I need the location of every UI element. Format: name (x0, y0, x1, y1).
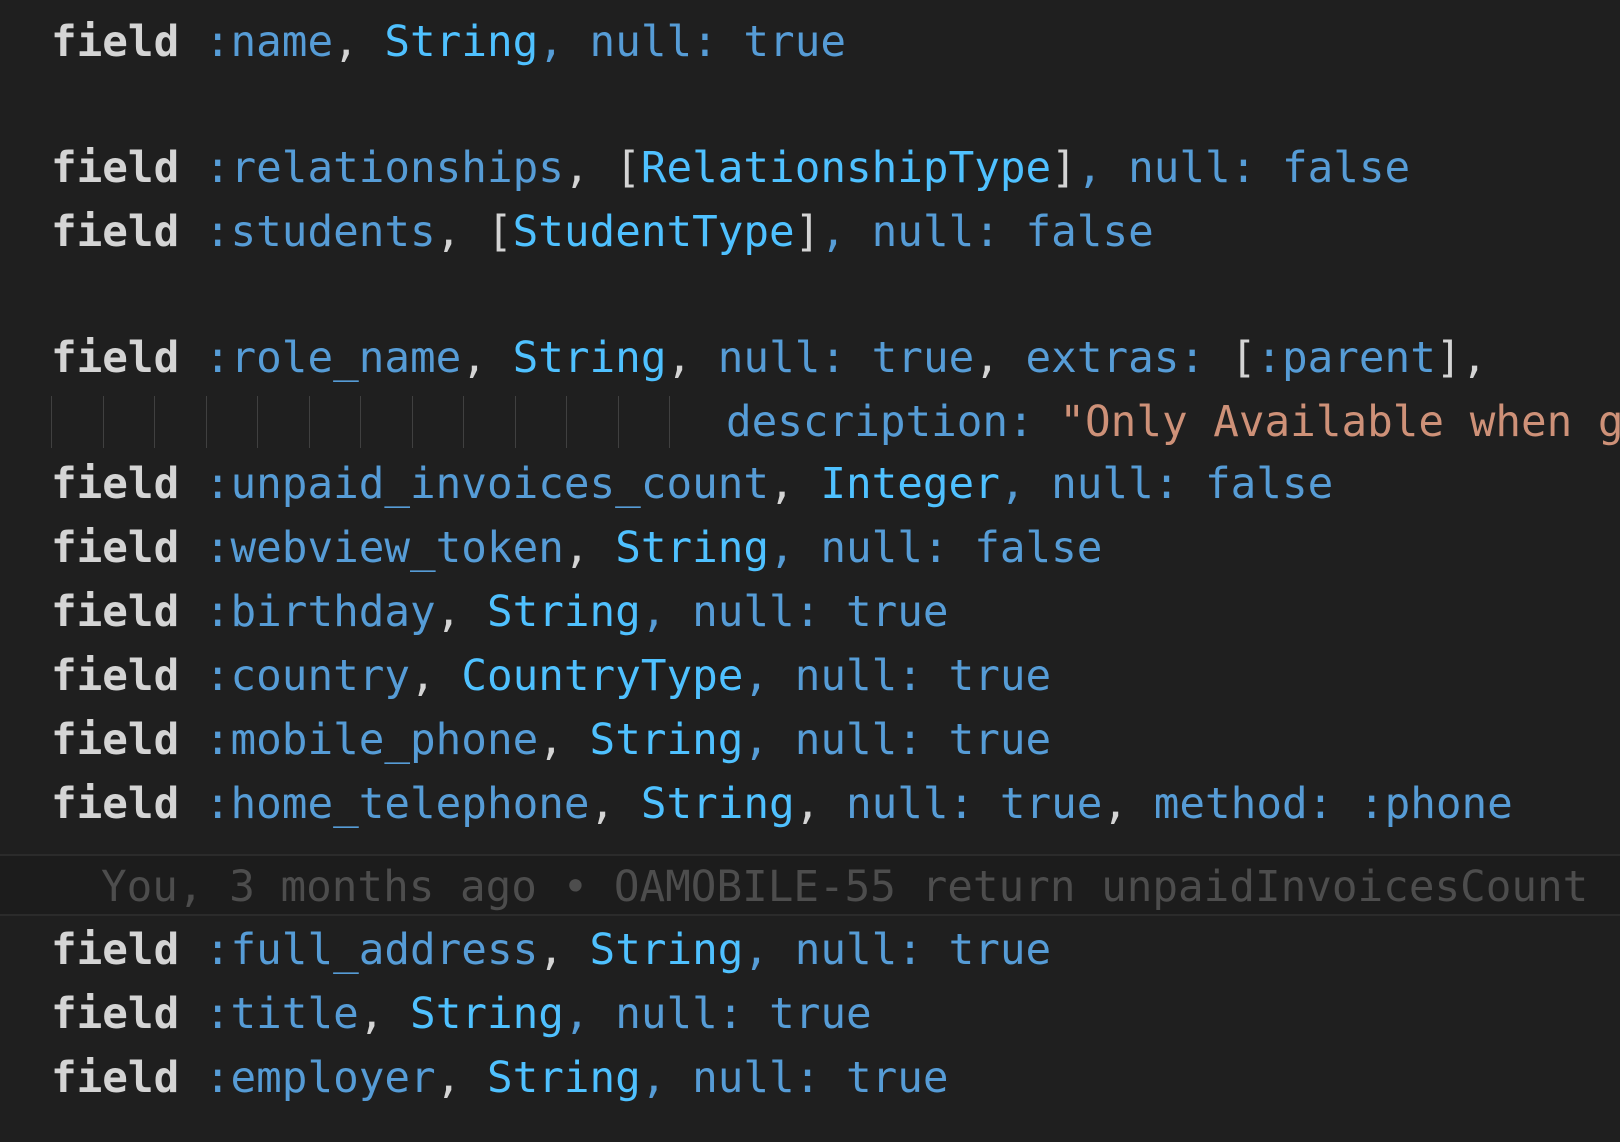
field-symbol: :name (204, 17, 334, 67)
extras-key: extras: (1025, 333, 1206, 383)
field-symbol: :students (204, 207, 436, 257)
code-editor[interactable]: field :name, String, null: true field :r… (0, 0, 1620, 1142)
keyword: field (51, 207, 180, 257)
field-symbol: :role_name (204, 333, 462, 383)
code-line[interactable]: field :role_name, String, null: true, ex… (0, 326, 1620, 391)
bracket: [ (486, 207, 513, 257)
code-line[interactable]: field :relationships, [RelationshipType]… (0, 136, 1620, 201)
code-line[interactable]: field :country, CountryType, null: true (0, 644, 1620, 709)
code-line[interactable]: field :name, String, null: true (0, 10, 1620, 75)
keyword: field (51, 459, 180, 509)
indent-guides (51, 390, 681, 455)
field-type: String (589, 925, 744, 975)
field-options: , null: true (743, 925, 1052, 975)
git-blame-annotation[interactable]: You, 3 months ago • OAMOBILE-55 return u… (0, 854, 1620, 916)
field-type: String (640, 779, 795, 829)
field-symbol: :full_address (204, 925, 539, 975)
field-symbol: :mobile_phone (204, 715, 539, 765)
keyword: field (51, 925, 180, 975)
method-value: :phone (1358, 779, 1513, 829)
code-line[interactable]: field :webview_token, String, null: fals… (0, 516, 1620, 581)
field-symbol: :birthday (204, 587, 436, 637)
field-options: , null: true (743, 715, 1052, 765)
keyword: field (51, 1053, 180, 1103)
code-line[interactable]: field :title, String, null: true (0, 982, 1620, 1047)
bracket: [ (615, 143, 641, 193)
code-line[interactable]: field :full_address, String, null: true (0, 918, 1620, 983)
code-line[interactable]: field :students, [StudentType], null: fa… (0, 200, 1620, 265)
description-string: "Only Available when g (1059, 397, 1620, 447)
code-line[interactable]: field :birthday, String, null: true (0, 580, 1620, 645)
null-value: true (871, 333, 975, 383)
field-type: String (486, 587, 641, 637)
field-symbol: :relationships (204, 143, 564, 193)
extras-value: :parent (1256, 333, 1436, 383)
keyword: field (51, 143, 180, 193)
code-line[interactable]: field :mobile_phone, String, null: true (0, 708, 1620, 773)
keyword: field (51, 523, 180, 573)
code-line[interactable]: field :home_telephone, String, null: tru… (0, 772, 1620, 837)
field-symbol: :unpaid_invoices_count (204, 459, 770, 509)
field-options: , null: true (538, 17, 846, 67)
code-line[interactable]: field :unpaid_invoices_count, Integer, n… (0, 452, 1620, 517)
field-options: , null: false (1076, 143, 1411, 193)
field-type: String (615, 523, 770, 573)
null-key: null: (846, 779, 975, 829)
bracket: ] (1051, 143, 1077, 193)
field-symbol: :title (204, 989, 359, 1039)
method-key: method: (1153, 779, 1334, 829)
field-type: StudentType (512, 207, 795, 257)
field-type: Integer (820, 459, 1000, 509)
keyword: field (51, 779, 180, 829)
field-type: String (486, 1053, 641, 1103)
keyword: field (51, 651, 180, 701)
field-type: String (589, 715, 744, 765)
bracket: ] (794, 207, 821, 257)
field-symbol: :webview_token (204, 523, 564, 573)
field-type: String (384, 17, 539, 67)
field-options: , null: true (640, 587, 949, 637)
field-options: , null: true (563, 989, 872, 1039)
field-type: RelationshipType (640, 143, 1052, 193)
field-symbol: :country (204, 651, 411, 701)
field-options: , null: true (640, 1053, 949, 1103)
field-options: , null: false (769, 523, 1103, 573)
null-value: true (999, 779, 1103, 829)
keyword: field (51, 17, 180, 67)
code-line[interactable]: description: "Only Available when g (0, 390, 1620, 455)
keyword: field (51, 715, 180, 765)
code-line[interactable]: field :employer, String, null: true (0, 1046, 1620, 1111)
field-options: , null: false (999, 459, 1334, 509)
field-options: , null: true (743, 651, 1052, 701)
keyword: field (51, 333, 180, 383)
field-symbol: :employer (204, 1053, 436, 1103)
field-options: , null: false (820, 207, 1154, 257)
description-key: description: (726, 397, 1034, 447)
null-key: null: (717, 333, 846, 383)
field-type: CountryType (461, 651, 744, 701)
keyword: field (51, 989, 180, 1039)
field-type: String (512, 333, 667, 383)
field-type: String (410, 989, 564, 1039)
field-symbol: :home_telephone (204, 779, 590, 829)
keyword: field (51, 587, 180, 637)
